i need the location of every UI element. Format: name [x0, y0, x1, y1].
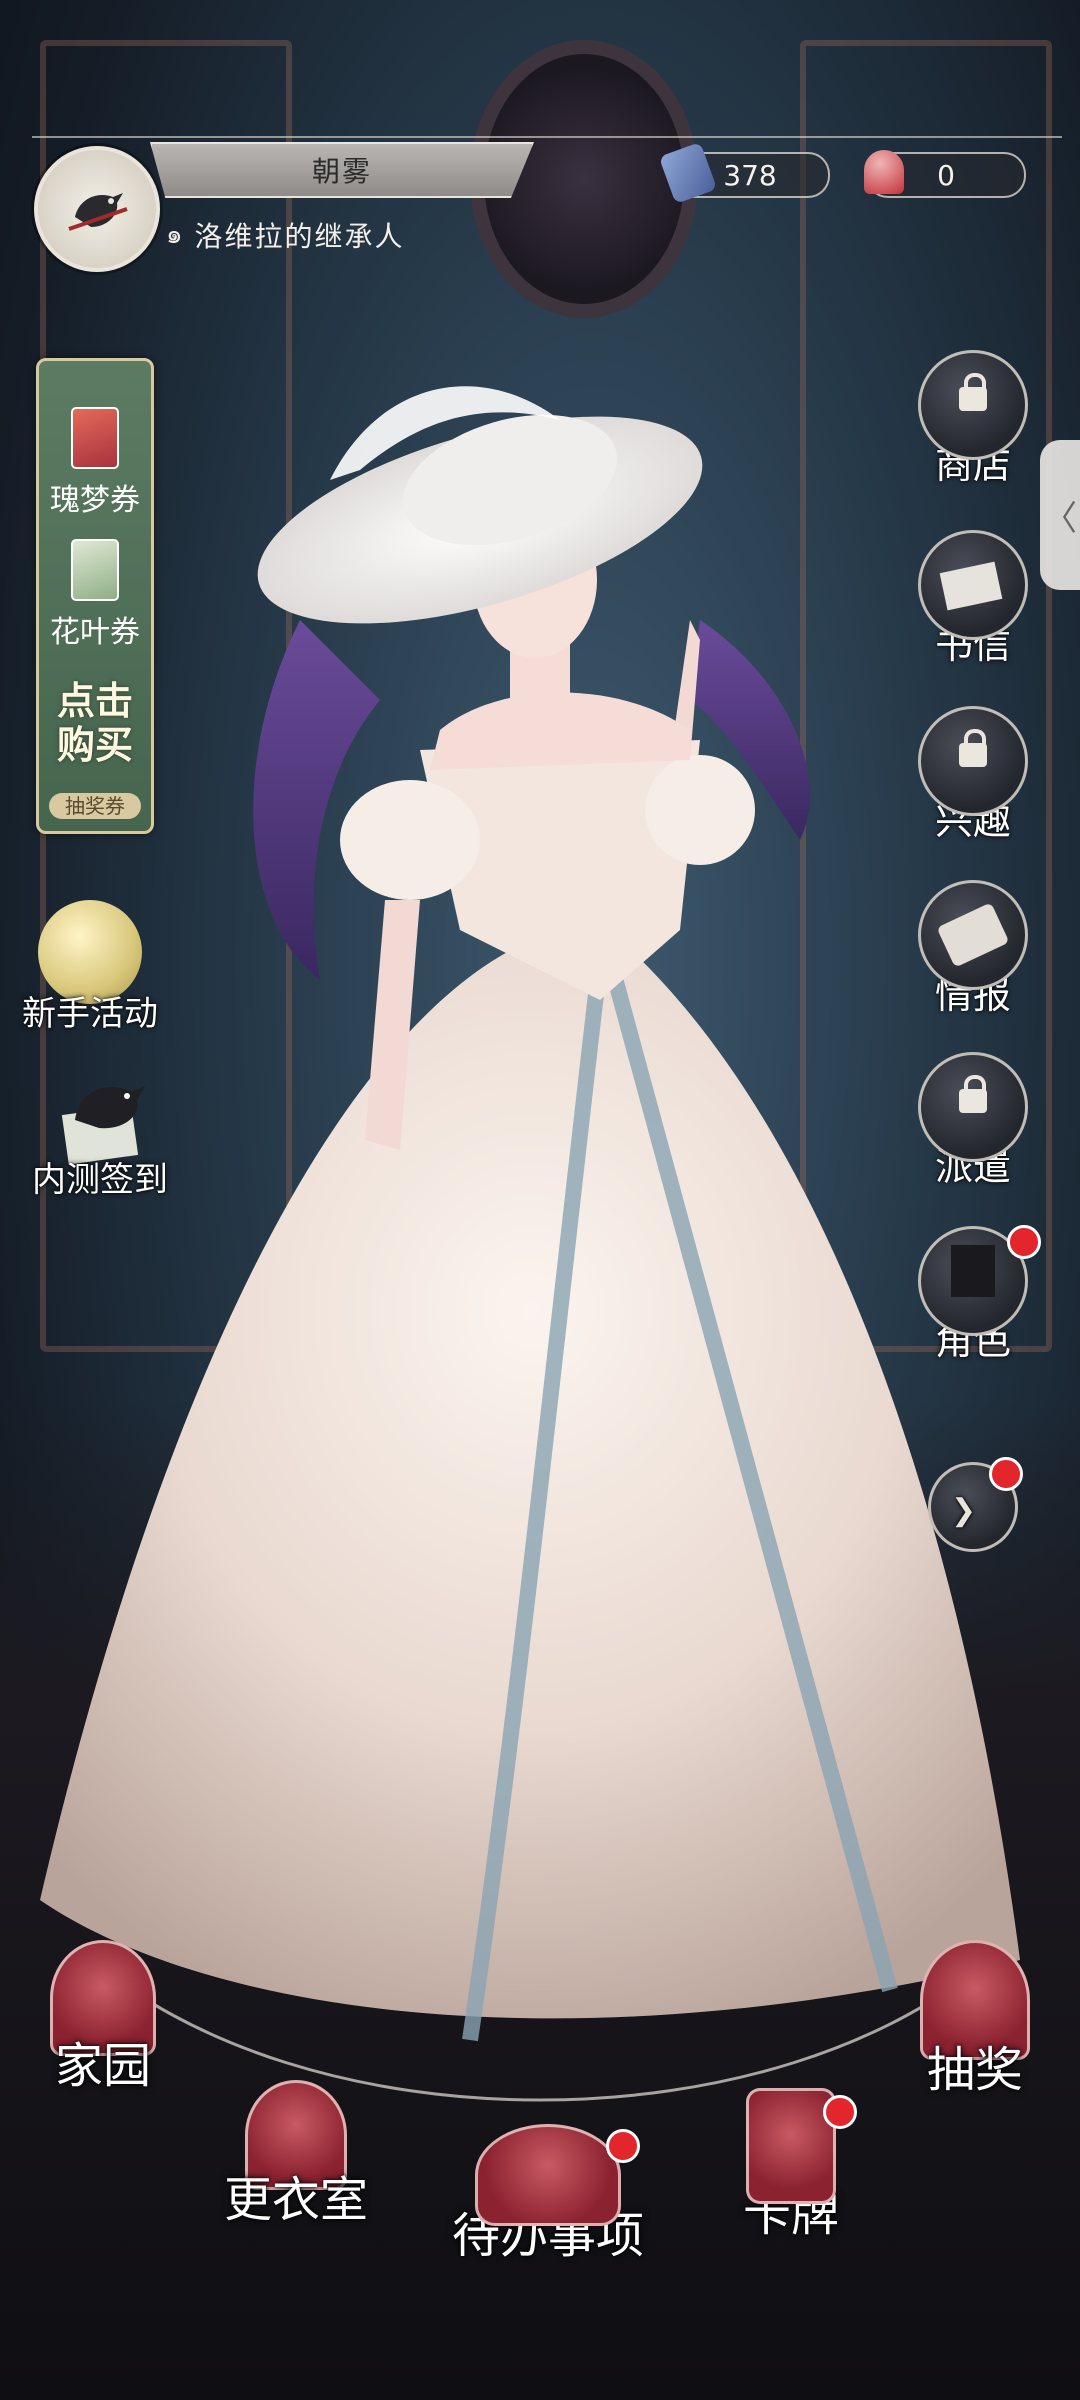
extra-bubble: ❯ [928, 1457, 1023, 1552]
player-name: 朝雾 [311, 155, 372, 188]
nav-wardrobe[interactable]: 更衣室 [206, 2080, 386, 2230]
menu-characters[interactable]: 角色 [908, 1225, 1041, 1365]
letters-bubble [918, 530, 1028, 640]
nav-home-label: 家园 [54, 2038, 151, 2094]
lock-icon [959, 1075, 987, 1113]
ticket-leaf-label: 花叶券 [50, 615, 140, 650]
game-main-screen: 朝雾 ๑ 洛维拉的继承人 378 0 瑰梦券 花叶券 点击 购买 抽奖券 新手活… [0, 0, 1080, 2400]
player-avatar[interactable] [34, 146, 160, 272]
menu-shop[interactable]: 商店 [908, 350, 1038, 489]
top-decoration-line [32, 136, 1062, 138]
currency-bell-value: 0 [937, 158, 955, 192]
leaf-card-icon [71, 539, 119, 601]
currency-bell[interactable]: 0 [864, 150, 1026, 198]
chevron-left-icon: 〈 [1043, 498, 1077, 539]
nav-todo[interactable]: 待办事项 [438, 2124, 658, 2266]
crow-avatar-icon [68, 193, 128, 231]
buy-label-line2: 购买 [56, 722, 133, 767]
buy-tickets-button[interactable]: 点击 购买 [39, 679, 151, 767]
player-title-row[interactable]: ๑ 洛维拉的继承人 [166, 214, 405, 255]
newbie-event-button[interactable]: 新手活动 [10, 900, 170, 1035]
shop-bubble [918, 350, 1028, 460]
buy-label-line1: 点击 [56, 678, 133, 723]
ticket-rose-label: 瑰梦券 [50, 483, 140, 518]
beta-checkin-button[interactable]: 内测签到 [10, 1070, 190, 1201]
top-hat-icon [957, 1245, 989, 1285]
lock-icon [959, 373, 987, 411]
envelope-icon [939, 561, 1003, 611]
rose-card-icon [71, 407, 119, 469]
menu-interests[interactable]: 兴趣 [908, 706, 1038, 845]
ticket-leaf[interactable]: 花叶券 [39, 539, 151, 651]
swirl-icon: ๑ [166, 220, 185, 250]
nav-gacha[interactable]: 抽奖 [900, 1940, 1050, 2100]
golden-orb-icon [38, 900, 142, 1004]
notification-dot [1007, 1225, 1041, 1259]
lock-icon [959, 729, 987, 767]
menu-dispatch[interactable]: 派遣 [908, 1052, 1038, 1191]
player-name-plate: 朝雾 [150, 142, 534, 198]
intel-bubble [918, 880, 1028, 990]
hat-icon [475, 2124, 640, 2226]
dispatch-bubble [918, 1052, 1028, 1162]
feather-swirl-icon: ❯ [951, 1493, 977, 1528]
notification-dot [823, 2095, 857, 2129]
beta-checkin-label: 内测签到 [32, 1160, 168, 1200]
nav-home[interactable]: 家园 [28, 1940, 178, 2096]
scroll-icon [936, 902, 1010, 968]
player-title: 洛维拉的继承人 [194, 219, 405, 253]
newbie-event-label: 新手活动 [22, 994, 158, 1034]
interests-bubble [918, 706, 1028, 816]
crow-letter-icon [61, 1086, 145, 1165]
menu-letters[interactable]: 书信 [908, 530, 1038, 669]
menu-extra[interactable]: ❯ [908, 1457, 1038, 1552]
notification-dot [606, 2129, 640, 2163]
currency-quill-value: 378 [723, 158, 777, 192]
side-drawer-tab[interactable]: 〈 [1040, 440, 1080, 590]
buy-sub-label: 抽奖券 [49, 793, 141, 819]
card-icon [746, 2088, 857, 2204]
nav-cards[interactable]: 卡牌 [716, 2088, 866, 2244]
characters-bubble [918, 1225, 1041, 1336]
ticket-panel[interactable]: 瑰梦券 花叶券 点击 购买 抽奖券 [36, 358, 154, 834]
nav-wardrobe-label: 更衣室 [223, 2172, 368, 2228]
currency-quill[interactable]: 378 [658, 141, 830, 205]
bell-icon [864, 150, 904, 194]
notification-dot [989, 1457, 1023, 1491]
ticket-rose[interactable]: 瑰梦券 [39, 407, 151, 519]
nav-gacha-label: 抽奖 [926, 2042, 1023, 2098]
menu-intel[interactable]: 情报 [908, 880, 1038, 1019]
